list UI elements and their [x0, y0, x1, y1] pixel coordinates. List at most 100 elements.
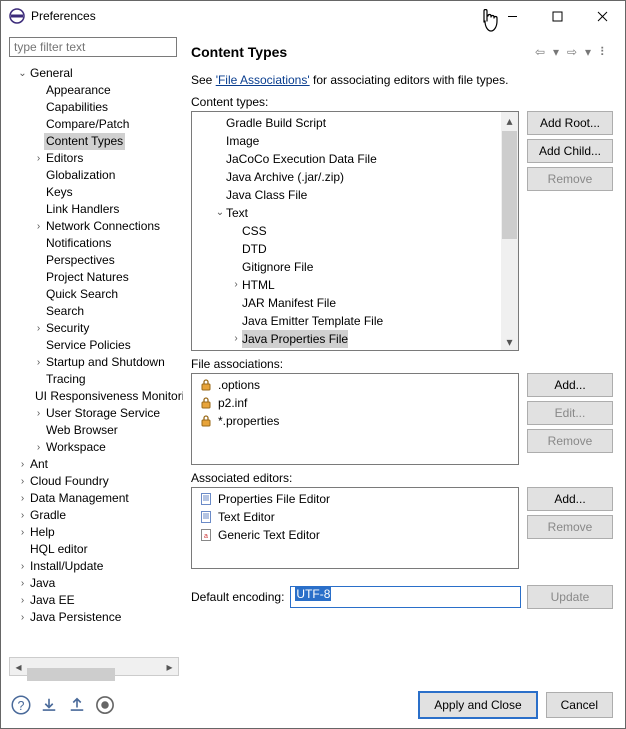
tree-item[interactable]: Globalization [9, 167, 183, 184]
content-type-item[interactable]: ›Java Properties File [194, 330, 516, 348]
editor-item[interactable]: Properties File Editor [194, 490, 516, 508]
tree-item[interactable]: Perspectives [9, 252, 183, 269]
import-button[interactable] [39, 695, 59, 715]
tree-hscroll[interactable]: ◂ ▸ [9, 657, 179, 676]
expand-icon[interactable]: › [230, 276, 242, 294]
content-type-item[interactable]: Gitignore File [194, 258, 516, 276]
tree-item[interactable]: ›Java EE [9, 592, 183, 609]
expand-icon[interactable]: › [17, 473, 28, 490]
file-assoc-list[interactable]: .optionsp2.inf*.properties [191, 373, 519, 465]
apply-close-button[interactable]: Apply and Close [418, 691, 537, 719]
tree-item[interactable]: Tracing [9, 371, 183, 388]
expand-icon[interactable]: ⌄ [17, 65, 28, 82]
tree-item[interactable]: ›Ant [9, 456, 183, 473]
tree-item[interactable]: Search [9, 303, 183, 320]
editor-item[interactable]: Text Editor [194, 508, 516, 526]
tree-item[interactable]: ›Workspace [9, 439, 183, 456]
tree-item[interactable]: ⌄General [9, 65, 183, 82]
hscroll-thumb[interactable] [27, 668, 115, 681]
ed-add-button[interactable]: Add... [527, 487, 613, 511]
tree-item[interactable]: Keys [9, 184, 183, 201]
content-type-item[interactable]: ⌄Text [194, 204, 516, 222]
tree-item[interactable]: ›Help [9, 524, 183, 541]
tree-item[interactable]: Quick Search [9, 286, 183, 303]
file-assoc-item[interactable]: p2.inf [194, 394, 516, 412]
expand-icon[interactable]: › [17, 592, 28, 609]
tree-item[interactable]: ›Editors [9, 150, 183, 167]
tree-item[interactable]: HQL editor [9, 541, 183, 558]
tree-item[interactable]: Content Types [9, 133, 183, 150]
file-assoc-item[interactable]: .options [194, 376, 516, 394]
content-type-item[interactable]: JAR Manifest File [194, 294, 516, 312]
page-menu-icon[interactable]: ⠇ [595, 43, 613, 61]
scroll-up-icon[interactable]: ▴ [501, 112, 518, 129]
tree-item[interactable]: ›Startup and Shutdown [9, 354, 183, 371]
filter-input[interactable] [9, 37, 177, 57]
content-type-item[interactable]: CSS [194, 222, 516, 240]
content-type-item[interactable]: Java Emitter Template File [194, 312, 516, 330]
cancel-button[interactable]: Cancel [546, 692, 613, 718]
expand-icon[interactable]: › [33, 354, 44, 371]
tree-item[interactable]: Appearance [9, 82, 183, 99]
tree-item[interactable]: ›Cloud Foundry [9, 473, 183, 490]
minimize-button[interactable] [490, 1, 535, 31]
editors-list[interactable]: Properties File EditorText EditoraGeneri… [191, 487, 519, 569]
scroll-left-icon[interactable]: ◂ [10, 659, 27, 674]
add-child-button[interactable]: Add Child... [527, 139, 613, 163]
forward-button[interactable]: ⇨ [563, 43, 581, 61]
fa-add-button[interactable]: Add... [527, 373, 613, 397]
file-assoc-item[interactable]: *.properties [194, 412, 516, 430]
expand-icon[interactable]: › [33, 150, 44, 167]
back-button[interactable]: ⇦ [531, 43, 549, 61]
expand-icon[interactable]: › [33, 439, 44, 456]
tree-item[interactable]: Link Handlers [9, 201, 183, 218]
expand-icon[interactable]: › [17, 456, 28, 473]
tree-item[interactable]: Project Natures [9, 269, 183, 286]
maximize-button[interactable] [535, 1, 580, 31]
tree-item[interactable]: ›Security [9, 320, 183, 337]
close-button[interactable] [580, 1, 625, 31]
forward-menu-icon[interactable]: ▾ [583, 43, 593, 61]
vscroll-thumb[interactable] [502, 131, 517, 239]
tree-item[interactable]: ›Data Management [9, 490, 183, 507]
content-type-item[interactable]: ›HTML [194, 276, 516, 294]
content-types-list[interactable]: Gradle Build ScriptImageJaCoCo Execution… [191, 111, 519, 351]
tree-item[interactable]: UI Responsiveness Monitoring [9, 388, 183, 405]
help-button[interactable]: ? [11, 695, 31, 715]
editor-item[interactable]: aGeneric Text Editor [194, 526, 516, 544]
tree-item[interactable]: ›Install/Update [9, 558, 183, 575]
tree-item[interactable]: ›Gradle [9, 507, 183, 524]
content-type-item[interactable]: Java Archive (.jar/.zip) [194, 168, 516, 186]
tree-item[interactable]: ›Java [9, 575, 183, 592]
tree-item[interactable]: Capabilities [9, 99, 183, 116]
expand-icon[interactable]: › [17, 609, 28, 626]
content-type-item[interactable]: JavaScript Source File [194, 348, 516, 351]
content-type-item[interactable]: JaCoCo Execution Data File [194, 150, 516, 168]
expand-icon[interactable]: › [230, 330, 242, 348]
encoding-input[interactable]: UTF-8 [290, 586, 521, 608]
expand-icon[interactable]: › [33, 405, 44, 422]
expand-icon[interactable]: › [17, 507, 28, 524]
tree-item[interactable]: ›Java Persistence [9, 609, 183, 626]
expand-icon[interactable]: › [17, 524, 28, 541]
tree-item[interactable]: Notifications [9, 235, 183, 252]
oomph-button[interactable] [95, 695, 115, 715]
tree-item[interactable]: Compare/Patch [9, 116, 183, 133]
content-type-item[interactable]: DTD [194, 240, 516, 258]
content-type-item[interactable]: Gradle Build Script [194, 114, 516, 132]
tree-item[interactable]: ›Network Connections [9, 218, 183, 235]
expand-icon[interactable]: › [17, 558, 28, 575]
expand-icon[interactable]: › [33, 218, 44, 235]
tree-item[interactable]: Service Policies [9, 337, 183, 354]
scroll-down-icon[interactable]: ▾ [501, 333, 518, 350]
content-type-item[interactable]: Java Class File [194, 186, 516, 204]
expand-icon[interactable]: › [17, 575, 28, 592]
tree-item[interactable]: Web Browser [9, 422, 183, 439]
content-types-vscroll[interactable]: ▴ ▾ [501, 112, 518, 350]
expand-icon[interactable]: ⌄ [214, 204, 226, 222]
expand-icon[interactable]: › [17, 490, 28, 507]
file-associations-link[interactable]: 'File Associations' [216, 73, 310, 87]
scroll-right-icon[interactable]: ▸ [161, 659, 178, 674]
back-menu-icon[interactable]: ▾ [551, 43, 561, 61]
add-root-button[interactable]: Add Root... [527, 111, 613, 135]
